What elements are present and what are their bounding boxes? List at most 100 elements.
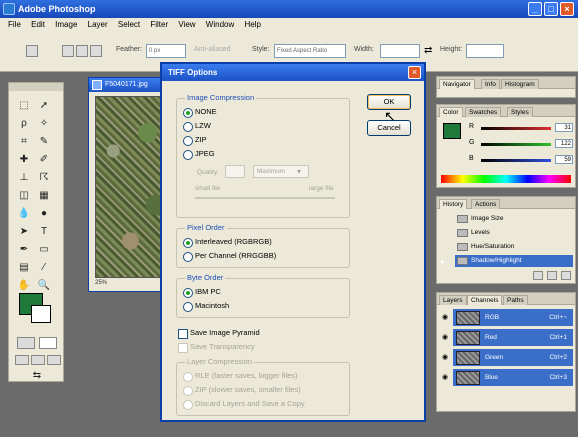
new-document-icon[interactable] <box>547 271 557 280</box>
ibm-pc-radio[interactable]: IBM PC <box>183 287 221 298</box>
channel-row[interactable]: Blue Ctrl+3 <box>453 369 573 387</box>
menu-view[interactable]: View <box>178 18 195 32</box>
new-snapshot-icon[interactable] <box>533 271 543 280</box>
tab-channels[interactable]: Channels <box>467 295 503 305</box>
compression-none-radio[interactable]: NONE <box>183 107 217 118</box>
eye-icon[interactable]: ◉ <box>440 349 450 367</box>
eraser-icon[interactable]: ◫ <box>17 189 31 202</box>
compression-lzw-radio[interactable]: LZW <box>183 121 211 132</box>
menu-edit[interactable]: Edit <box>31 18 45 32</box>
menu-filter[interactable]: Filter <box>150 18 168 32</box>
minimize-icon[interactable]: _ <box>528 2 542 16</box>
marquee-icon[interactable]: ⬚ <box>17 99 31 112</box>
history-item[interactable]: Hue/Saturation <box>455 241 573 253</box>
tab-actions[interactable]: Actions <box>471 199 501 209</box>
color-fg-swatch[interactable] <box>443 123 461 139</box>
width-input[interactable] <box>380 44 420 58</box>
tab-color[interactable]: Color <box>439 107 463 117</box>
marquee-tool-icon[interactable] <box>26 45 38 57</box>
screen-mode-full-menu-icon[interactable] <box>31 355 45 365</box>
tab-swatches[interactable]: Swatches <box>465 107 502 117</box>
tab-layers[interactable]: Layers <box>439 295 467 305</box>
color-r-slider[interactable] <box>481 127 551 130</box>
standard-mode-icon[interactable] <box>17 337 35 349</box>
clone-stamp-icon[interactable]: ⊥ <box>17 171 31 184</box>
compression-zip-radio[interactable]: ZIP <box>183 135 207 146</box>
screen-mode-full-icon[interactable] <box>47 355 61 365</box>
tab-info[interactable]: Info <box>481 79 500 89</box>
add-selection-icon[interactable] <box>76 45 88 57</box>
height-input[interactable] <box>466 44 504 58</box>
jump-to-imageready-icon[interactable]: ⇆ <box>23 369 51 382</box>
type-icon[interactable]: T <box>37 225 51 238</box>
eye-icon[interactable]: ◉ <box>440 329 450 347</box>
tab-histogram[interactable]: Histogram <box>501 79 539 89</box>
blur-icon[interactable]: 💧 <box>17 207 31 220</box>
dodge-icon[interactable]: ● <box>37 207 51 220</box>
magic-wand-icon[interactable]: ✧ <box>37 117 51 130</box>
dialog-close-icon[interactable]: × <box>408 66 421 79</box>
channel-row[interactable]: Red Ctrl+1 <box>453 329 573 347</box>
menu-select[interactable]: Select <box>118 18 140 32</box>
history-item[interactable]: Image Size <box>455 213 573 225</box>
save-transparency-checkbox[interactable]: Save Transparency <box>178 342 255 353</box>
per-channel-radio[interactable]: Per Channel (RRGGBB) <box>183 251 276 262</box>
tab-navigator[interactable]: Navigator <box>439 79 475 89</box>
menu-help[interactable]: Help <box>244 18 260 32</box>
history-item-selected[interactable]: Shadow/Highlight <box>455 255 573 267</box>
color-g-input[interactable]: 122 <box>555 139 573 148</box>
gradient-icon[interactable]: ▦ <box>37 189 51 202</box>
trash-icon[interactable] <box>561 271 571 280</box>
feather-input[interactable]: 0 px <box>146 44 186 58</box>
eye-icon[interactable]: ◉ <box>440 369 450 387</box>
move-icon[interactable]: ➚ <box>37 99 51 112</box>
color-spectrum-bar[interactable] <box>441 175 571 183</box>
discard-layers-radio[interactable]: Discard Layers and Save a Copy <box>183 399 305 410</box>
zip-layer-radio[interactable]: ZIP (slower saves, smaller files) <box>183 385 301 396</box>
pen-icon[interactable]: ✒ <box>17 243 31 256</box>
quality-slider[interactable] <box>195 197 335 199</box>
rle-radio[interactable]: RLE (faster saves, bigger files) <box>183 371 298 382</box>
menu-window[interactable]: Window <box>206 18 234 32</box>
menu-layer[interactable]: Layer <box>88 18 108 32</box>
antialiased-checkbox[interactable]: Anti-aliased <box>194 46 231 53</box>
subtract-selection-icon[interactable] <box>90 45 102 57</box>
chevron-down-icon[interactable]: ▾ <box>297 167 301 176</box>
history-brush-icon[interactable]: ☈ <box>37 171 51 184</box>
compression-jpeg-radio[interactable]: JPEG <box>183 149 215 160</box>
hand-icon[interactable]: ✋ <box>17 279 31 292</box>
brush-icon[interactable]: ✐ <box>37 153 51 166</box>
save-image-pyramid-checkbox[interactable]: Save Image Pyramid <box>178 328 260 339</box>
path-selection-icon[interactable]: ➤ <box>17 225 31 238</box>
new-selection-icon[interactable] <box>62 45 74 57</box>
eye-icon[interactable]: ◉ <box>440 309 450 327</box>
slice-icon[interactable]: ✎ <box>37 135 51 148</box>
quick-mask-icon[interactable] <box>39 337 57 349</box>
shape-icon[interactable]: ▭ <box>37 243 51 256</box>
macintosh-radio[interactable]: Macintosh <box>183 301 229 312</box>
tab-history[interactable]: History <box>439 199 468 209</box>
interleaved-radio[interactable]: Interleaved (RGBRGB) <box>183 237 272 248</box>
swap-dimensions-icon[interactable]: ⇄ <box>424 45 432 56</box>
color-b-slider[interactable] <box>481 159 551 162</box>
maximize-icon[interactable]: □ <box>544 2 558 16</box>
menu-image[interactable]: Image <box>55 18 77 32</box>
eyedropper-icon[interactable]: ⁄ <box>37 261 51 274</box>
healing-brush-icon[interactable]: ✚ <box>17 153 31 166</box>
history-item[interactable]: Levels <box>455 227 573 239</box>
screen-mode-standard-icon[interactable] <box>15 355 29 365</box>
tab-paths[interactable]: Paths <box>503 295 528 305</box>
close-icon[interactable]: × <box>560 2 574 16</box>
tab-styles[interactable]: Styles <box>507 107 533 117</box>
style-select[interactable]: Fixed Aspect Ratio <box>274 44 346 58</box>
color-b-input[interactable]: 59 <box>555 155 573 164</box>
color-r-input[interactable]: 31 <box>555 123 573 132</box>
menu-file[interactable]: File <box>8 18 21 32</box>
zoom-icon[interactable]: 🔍 <box>37 279 51 292</box>
notes-icon[interactable]: ▤ <box>17 261 31 274</box>
crop-icon[interactable]: ⌗ <box>17 135 31 148</box>
channel-row[interactable]: Green Ctrl+2 <box>453 349 573 367</box>
color-g-slider[interactable] <box>481 143 551 146</box>
background-color-swatch[interactable] <box>31 305 51 323</box>
quality-input[interactable] <box>225 165 245 178</box>
